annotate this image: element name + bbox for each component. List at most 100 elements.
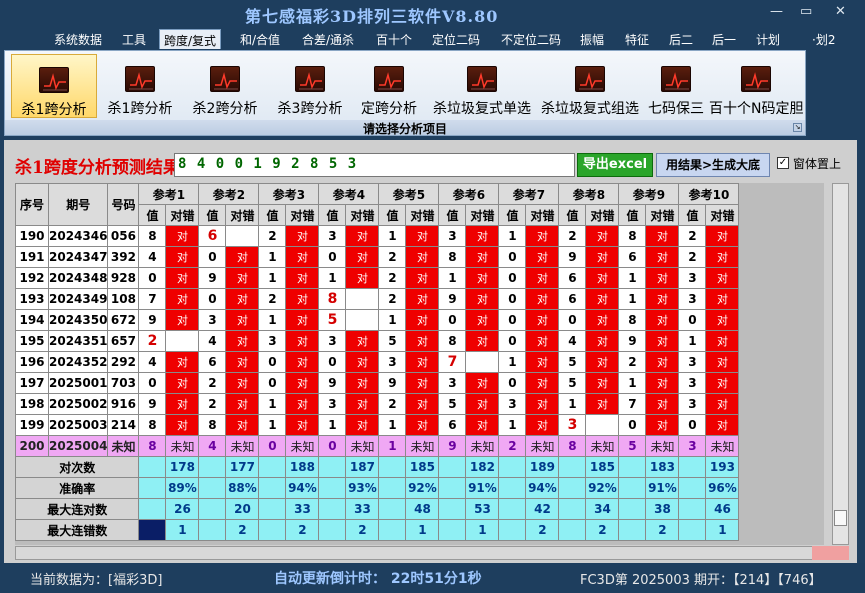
ref-hit: 对 [585,225,620,247]
stats-value: 1 [405,519,440,541]
ribbon-expand-icon[interactable]: ↘ [793,123,802,132]
ref-value: 2 [138,330,167,352]
stats-blank [138,477,167,499]
ribbon-junk-single[interactable]: 杀垃圾复式单选 [429,54,535,118]
stats-blank [198,456,227,478]
vertical-scrollbar[interactable] [832,183,849,545]
ref-hit: 对 [465,267,500,289]
ref-value: 3 [438,225,467,247]
export-excel-button[interactable]: 导出excel [577,153,653,177]
row-period: 2024347 [47,246,109,268]
stats-value: 177 [225,456,260,478]
ref-value: 0 [318,351,347,373]
ref-hit: 对 [405,372,440,394]
stats-label: 准确率 [14,477,140,499]
ref-value: 5 [318,309,347,331]
ribbon-kill3-span[interactable]: 杀3跨分析 [269,54,351,118]
ref-value: 6 [198,225,227,247]
ref-hit: 对 [705,246,740,268]
header-check: 对错 [645,204,680,226]
header-check: 对错 [465,204,500,226]
menu-amplitude[interactable]: 振幅 [576,29,608,49]
menu-system-data[interactable]: 系统数据 [50,29,106,49]
ref-hit: 对 [285,372,320,394]
ref-hit: 对 [465,330,500,352]
generate-base-button[interactable]: 用结果>生成大底 [656,153,770,177]
pending-value: 3 [678,435,707,457]
menu-plan[interactable]: 计划 [752,29,784,49]
ref-value: 5 [558,351,587,373]
ref-hit: 对 [645,393,680,415]
pending-value: 5 [618,435,647,457]
stats-blank [258,498,287,520]
ribbon-label: 杀3跨分析 [277,101,343,117]
pending-value: 2 [498,435,527,457]
row-code: 214 [107,414,140,436]
chart-icon [39,67,69,93]
ref-value: 4 [198,330,227,352]
ref-value: 3 [558,414,587,436]
stats-value: 2 [225,519,260,541]
stats-value: 38 [645,498,680,520]
header-value: 值 [498,204,527,226]
menu-diff-kill[interactable]: 合差/通杀 [298,29,358,49]
ribbon-kill1-span-active[interactable]: 杀1跨分析 [11,54,97,118]
prediction-field[interactable]: 8 4 0 0 1 9 2 8 5 3 [174,153,575,177]
stats-value: 53 [465,498,500,520]
ribbon-n-code[interactable]: 百十个N码定胆 [709,54,803,118]
menu-span-compound[interactable]: 跨度/复式 [159,29,222,49]
ref-hit: 对 [285,309,320,331]
ref-hit: 对 [585,267,620,289]
row-seq: 195 [15,330,49,352]
menu-position-two[interactable]: 定位二码 [428,29,484,49]
ref-value: 0 [498,267,527,289]
menu-hundreds-tens-units[interactable]: 百十个 [372,29,416,49]
ref-hit: 对 [165,351,200,373]
menu-last-one[interactable]: 后一 [708,29,740,49]
stats-value: 182 [465,456,500,478]
ribbon-kill2-span[interactable]: 杀2跨分析 [183,54,267,118]
stats-value: 193 [705,456,740,478]
table-row: 193 2024349 108 7 对 0 对 2 对 8 2 对 9 对 0 对 6 对 1 对 3 对 [15,288,740,310]
ribbon-seven-three[interactable]: 七码保三 [645,54,707,118]
stats-value: 185 [405,456,440,478]
horizontal-scrollbar[interactable] [15,546,824,560]
menu-tools[interactable]: 工具 [118,29,150,49]
stats-blank [438,477,467,499]
stats-row: 最大连对数 26 20 33 33 48 53 42 34 38 46 [14,498,740,520]
ref-value: 0 [558,309,587,331]
ref-value: 1 [558,393,587,415]
ref-hit: 对 [225,246,260,268]
menu-last-two[interactable]: 后二 [665,29,697,49]
stats-value: 92% [405,477,440,499]
ribbon-fixed-span[interactable]: 定跨分析 [353,54,425,118]
minimize-button[interactable]: — [770,4,783,19]
ref-value: 8 [138,414,167,436]
ribbon-junk-group[interactable]: 杀垃圾复式组选 [537,54,643,118]
ref-value: 1 [318,414,347,436]
stats-label: 最大连对数 [14,498,140,520]
ref-miss [465,351,500,373]
ribbon-kill1-span[interactable]: 杀1跨分析 [99,54,181,118]
chart-icon [467,66,497,92]
ref-value: 2 [378,393,407,415]
ref-miss [225,225,260,247]
menu-sum[interactable]: 和/合值 [236,29,284,49]
pending-unknown: 未知 [585,435,620,457]
ref-value: 3 [678,288,707,310]
ref-hit: 对 [405,414,440,436]
close-button[interactable]: ✕ [835,4,846,19]
scroll-thumb[interactable] [834,510,847,526]
maximize-button[interactable]: ▭ [800,4,812,19]
menu-feature[interactable]: 特征 [621,29,653,49]
ref-hit: 对 [345,372,380,394]
pending-code: 未知 [107,435,140,457]
ref-value: 5 [438,393,467,415]
ref-value: 6 [558,288,587,310]
pin-window-checkbox[interactable]: ✓ [777,157,789,169]
menu-unposition-two[interactable]: 不定位二码 [497,29,565,49]
menu-plan-2[interactable]: ·划2 [808,29,839,49]
ref-value: 1 [618,372,647,394]
pending-value: 1 [378,435,407,457]
stats-value: 34 [585,498,620,520]
